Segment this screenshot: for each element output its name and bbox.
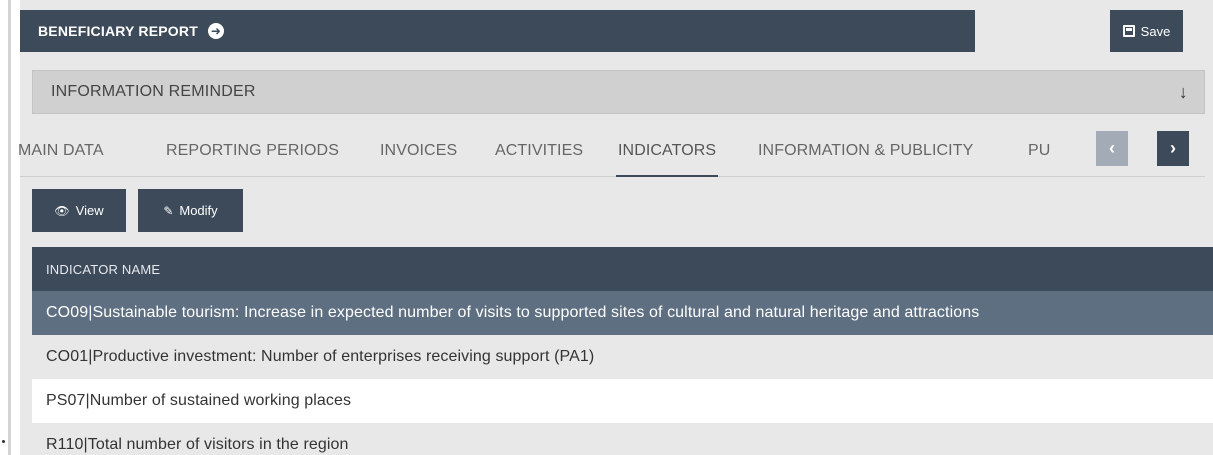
page-title: BENEFICIARY REPORT xyxy=(38,23,198,39)
table-row[interactable]: PS07|Number of sustained working places xyxy=(32,379,1213,423)
save-button-label: Save xyxy=(1140,23,1171,39)
table-row[interactable]: CO09|Sustainable tourism: Increase in ex… xyxy=(32,291,1213,335)
eye-icon: 👁 xyxy=(54,203,70,218)
page: BENEFICIARY REPORT ➜ Save INFORMATION RE… xyxy=(0,0,1213,455)
chevron-left-icon: ‹ xyxy=(1109,138,1115,158)
indicator-name-cell: CO01|Productive investment: Number of en… xyxy=(46,348,595,365)
modify-button[interactable]: ✎ Modify xyxy=(138,189,243,232)
chevron-right-icon: › xyxy=(1170,138,1176,158)
save-button[interactable]: Save xyxy=(1110,10,1183,52)
information-reminder-label: INFORMATION REMINDER xyxy=(51,83,256,100)
tabs-prev-button[interactable]: ‹ xyxy=(1096,131,1128,166)
tab-indicators[interactable]: INDICATORS xyxy=(615,142,719,177)
modify-button-label: Modify xyxy=(179,203,218,218)
bullet-dot xyxy=(2,440,5,443)
table-header: INDICATOR NAME xyxy=(32,247,1213,291)
table-row[interactable]: CO01|Productive investment: Number of en… xyxy=(32,335,1213,379)
left-border xyxy=(8,0,11,455)
indicator-name-cell: PS07|Number of sustained working places xyxy=(46,392,352,409)
indicator-name-cell: R110|Total number of visitors in the reg… xyxy=(46,436,349,453)
tab-invoices[interactable]: INVOICES xyxy=(380,142,457,160)
tab-reporting-periods[interactable]: REPORTING PERIODS xyxy=(166,142,339,160)
tabs-next-button[interactable]: › xyxy=(1157,131,1189,166)
tab-bar: MAIN DATA REPORTING PERIODS INVOICES ACT… xyxy=(18,130,1205,177)
indicators-table: INDICATOR NAME CO09|Sustainable tourism:… xyxy=(32,247,1213,455)
tab-main-data[interactable]: MAIN DATA xyxy=(18,142,104,160)
main-content: BENEFICIARY REPORT ➜ Save INFORMATION RE… xyxy=(18,0,1213,455)
column-header-indicator-name: INDICATOR NAME xyxy=(46,261,161,277)
information-reminder-panel[interactable]: INFORMATION REMINDER ↓ xyxy=(32,70,1205,114)
tab-information-publicity[interactable]: INFORMATION & PUBLICITY xyxy=(758,142,973,160)
view-button-label: View xyxy=(75,203,104,218)
floppy-disk-icon xyxy=(1122,25,1135,37)
tab-activities[interactable]: ACTIVITIES xyxy=(495,142,583,160)
indicator-name-cell: CO09|Sustainable tourism: Increase in ex… xyxy=(46,304,980,321)
beneficiary-report-header[interactable]: BENEFICIARY REPORT ➜ xyxy=(20,10,975,52)
arrow-down-icon[interactable]: ↓ xyxy=(1179,82,1188,103)
table-row[interactable]: R110|Total number of visitors in the reg… xyxy=(32,423,1213,455)
tab-pu[interactable]: PU xyxy=(1028,142,1050,160)
pencil-icon: ✎ xyxy=(163,203,174,218)
view-button[interactable]: 👁 View xyxy=(32,189,126,232)
arrow-circle-right-icon[interactable]: ➜ xyxy=(207,23,224,39)
